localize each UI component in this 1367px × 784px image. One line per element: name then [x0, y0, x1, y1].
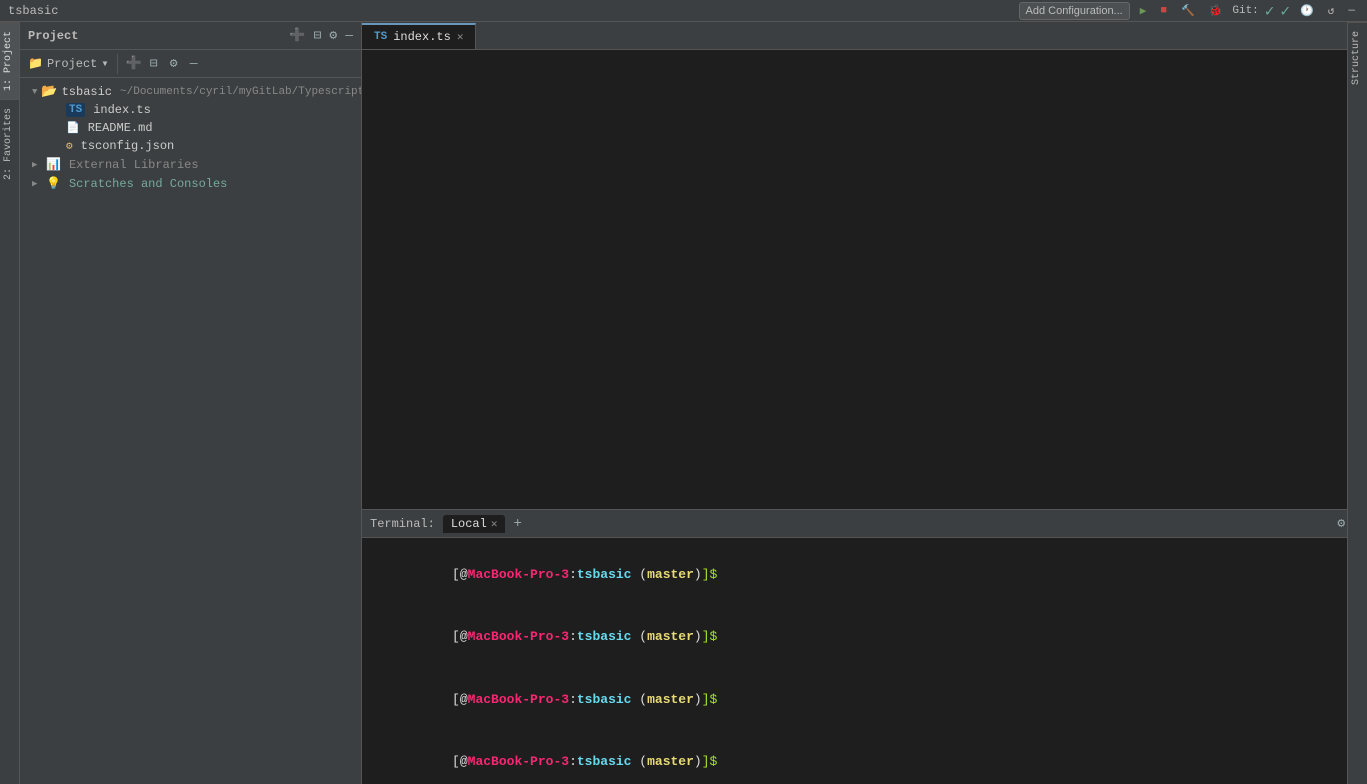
- terminal-tab-name: Local: [451, 517, 487, 531]
- add-configuration-button[interactable]: Add Configuration...: [1019, 2, 1130, 20]
- history-button[interactable]: 🕐: [1296, 4, 1318, 18]
- folder-icon: 📁: [28, 56, 43, 71]
- terminal-line-1: [@MacBook-Pro-3:tsbasic (master)]$: [374, 544, 1355, 606]
- git-label: Git:: [1232, 5, 1258, 17]
- bottom-panel: Terminal: Local ✕ + ⚙ — [@MacBook-Pro-3:…: [362, 509, 1367, 784]
- code-editor: [362, 50, 1367, 509]
- ext-lib-label: External Libraries: [69, 158, 199, 172]
- undo-button[interactable]: ↺: [1324, 4, 1339, 18]
- root-folder-name: tsbasic: [62, 85, 112, 99]
- right-sidebar: Structure: [1347, 22, 1367, 784]
- stop-button[interactable]: ■: [1156, 5, 1171, 17]
- project-toolbar: 📁 Project ▾ ➕ ⊟ ⚙ —: [20, 50, 361, 78]
- scratch-label: Scratches and Consoles: [69, 177, 227, 191]
- root-folder-icon: 📂: [41, 84, 57, 99]
- titlebar-left: tsbasic: [8, 4, 58, 18]
- terminal-line-2: [@MacBook-Pro-3:tsbasic (master)]$: [374, 606, 1355, 668]
- root-arrow-icon: ▼: [32, 87, 37, 97]
- scratch-icon: 💡: [46, 176, 61, 191]
- index-ts-label: index.ts: [93, 103, 151, 117]
- terminal-line-4: [@MacBook-Pro-3:tsbasic (master)]$: [374, 731, 1355, 784]
- project-selector[interactable]: 📁 Project ▾: [28, 56, 109, 71]
- terminal-content: [@MacBook-Pro-3:tsbasic (master)]$ [@Mac…: [362, 538, 1367, 784]
- terminal-settings-icon[interactable]: ⚙: [1337, 516, 1345, 531]
- git-check-icon: ✓: [1265, 1, 1275, 21]
- tree-root[interactable]: ▼ 📂 tsbasic ~/Documents/cyril/myGitLab/T…: [28, 82, 361, 101]
- scratch-arrow-icon: ▶: [32, 179, 42, 189]
- terminal-label: Terminal:: [370, 517, 435, 531]
- sidebar-item-favorites[interactable]: 2: Favorites: [0, 99, 19, 188]
- minimize-button[interactable]: —: [1344, 5, 1359, 17]
- tree-scratches-consoles[interactable]: ▶ 💡 Scratches and Consoles: [28, 174, 361, 193]
- project-dropdown-icon: ▾: [101, 56, 108, 71]
- json-file-icon: ⚙: [66, 139, 73, 153]
- readme-label: README.md: [88, 121, 153, 135]
- app-name: tsbasic: [8, 4, 58, 18]
- panel-close-icon[interactable]: —: [345, 28, 353, 43]
- favorites-tab-label: 2: Favorites: [3, 108, 14, 180]
- terminal-line-3: [@MacBook-Pro-3:tsbasic (master)]$: [374, 669, 1355, 731]
- git-tick-icon: ✓: [1280, 1, 1290, 21]
- toolbar-separator: [117, 54, 118, 74]
- terminal-tab-close-icon[interactable]: ✕: [491, 517, 498, 531]
- panel-settings-icon[interactable]: ⚙: [329, 28, 337, 43]
- ts-file-icon: TS: [66, 103, 85, 117]
- editor-tabbar: TS index.ts ✕: [362, 22, 1367, 50]
- panel-title: Project: [28, 29, 78, 43]
- structure-tab[interactable]: Structure: [1348, 22, 1367, 93]
- terminal-bar-left: Terminal: Local ✕ +: [370, 515, 522, 533]
- run-button[interactable]: ▶: [1136, 4, 1151, 18]
- ext-arrow-icon: ▶: [32, 160, 42, 170]
- panel-header-icons: ➕ ⊟ ⚙ —: [289, 28, 353, 43]
- toolbar-add-icon[interactable]: ➕: [126, 56, 142, 72]
- build-button[interactable]: 🔨: [1177, 4, 1199, 18]
- md-file-icon: 📄: [66, 121, 80, 135]
- sidebar-item-project[interactable]: 1: Project: [0, 22, 19, 99]
- file-tree: ▼ 📂 tsbasic ~/Documents/cyril/myGitLab/T…: [20, 78, 361, 784]
- toolbar-minimize-icon[interactable]: —: [186, 56, 202, 72]
- debug-button[interactable]: 🐞: [1205, 4, 1227, 18]
- titlebar-right: Add Configuration... ▶ ■ 🔨 🐞 Git: ✓ ✓ 🕐 …: [1019, 1, 1360, 21]
- project-panel-header: Project ➕ ⊟ ⚙ —: [20, 22, 361, 50]
- tab-ts-icon: TS: [374, 31, 387, 43]
- project-label: Project: [47, 57, 97, 71]
- tree-external-libraries[interactable]: ▶ 📊 External Libraries: [28, 155, 361, 174]
- titlebar: tsbasic Add Configuration... ▶ ■ 🔨 🐞 Git…: [0, 0, 1367, 22]
- terminal-add-tab-button[interactable]: +: [513, 516, 521, 532]
- tree-file-readme[interactable]: 📄 README.md: [28, 119, 361, 137]
- terminal-bar: Terminal: Local ✕ + ⚙ —: [362, 510, 1367, 538]
- tree-file-tsconfig[interactable]: ⚙ tsconfig.json: [28, 137, 361, 155]
- tab-filename: index.ts: [393, 30, 451, 44]
- terminal-tab-local[interactable]: Local ✕: [443, 515, 506, 533]
- tsconfig-label: tsconfig.json: [81, 139, 175, 153]
- ext-lib-icon: 📊: [46, 157, 61, 172]
- tab-close-icon[interactable]: ✕: [457, 30, 464, 44]
- tree-file-index-ts[interactable]: TS index.ts: [28, 101, 361, 119]
- root-folder-path: ~/Documents/cyril/myGitLab/Typescript/..…: [120, 86, 361, 98]
- project-tab-label: 1: Project: [3, 31, 14, 91]
- panel-add-icon[interactable]: ➕: [289, 28, 305, 43]
- panel-collapse-icon[interactable]: ⊟: [314, 28, 322, 43]
- toolbar-settings-icon[interactable]: ⚙: [166, 56, 182, 72]
- tab-index-ts[interactable]: TS index.ts ✕: [362, 23, 476, 49]
- toolbar-collapse-icon[interactable]: ⊟: [146, 56, 162, 72]
